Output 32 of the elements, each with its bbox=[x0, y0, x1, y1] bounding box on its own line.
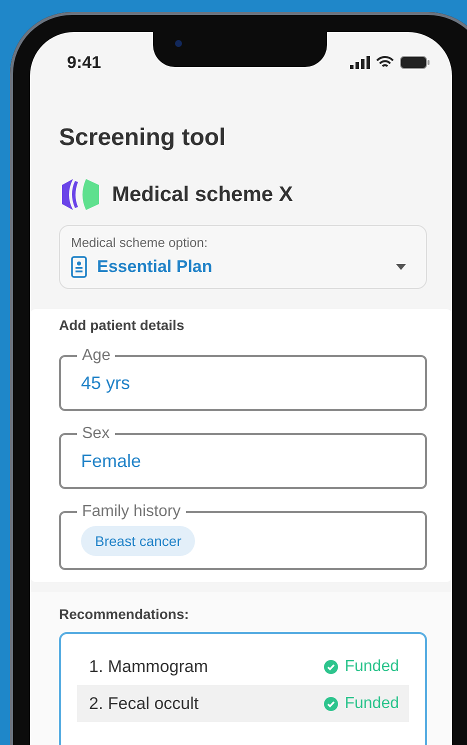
dropdown-label: Medical scheme option: bbox=[71, 235, 209, 250]
caret-icon bbox=[396, 264, 406, 270]
battery-icon bbox=[400, 56, 430, 69]
wifi-icon bbox=[376, 56, 394, 69]
chip-input-field[interactable]: Family history Breast cancer bbox=[59, 503, 427, 570]
input-field[interactable]: Sex Female bbox=[59, 425, 427, 489]
tag-chip[interactable]: Breast cancer bbox=[81, 526, 196, 556]
check-circle-icon bbox=[324, 660, 338, 674]
scheme-logo-icon bbox=[59, 178, 102, 211]
field-value: Female bbox=[81, 447, 405, 475]
status-text: Funded bbox=[344, 658, 399, 676]
status-text: Funded bbox=[344, 694, 399, 712]
input-field[interactable]: Age 45 yrs bbox=[59, 347, 427, 411]
field-label: Age bbox=[81, 347, 112, 365]
field-value: 45 yrs bbox=[81, 369, 405, 397]
recommendation-label: 2. Fecal occult bbox=[89, 694, 199, 714]
recommendation-row[interactable]: 1. Mammogram Funded bbox=[77, 648, 409, 685]
recommendation-label: 1. Mammogram bbox=[89, 656, 208, 676]
scheme-name: Medical scheme X bbox=[112, 182, 293, 206]
section-heading: Recommendations: bbox=[59, 606, 190, 622]
recommendation-row[interactable]: 2. Fecal occult Funded bbox=[77, 685, 409, 722]
scheme-option-dropdown[interactable]: Medical scheme option: Essential Plan bbox=[59, 225, 427, 289]
camera-dot bbox=[175, 40, 182, 47]
status-time: 9:41 bbox=[67, 52, 102, 72]
signal-icon bbox=[350, 56, 370, 69]
check-circle-icon bbox=[324, 696, 338, 710]
field-label: Sex bbox=[81, 425, 111, 443]
field-label: Family history bbox=[81, 503, 182, 521]
id-card-icon bbox=[71, 256, 87, 278]
section-heading: Add patient details bbox=[59, 317, 186, 333]
dropdown-value: Essential Plan bbox=[97, 257, 214, 277]
page-title: Screening tool bbox=[59, 124, 227, 152]
